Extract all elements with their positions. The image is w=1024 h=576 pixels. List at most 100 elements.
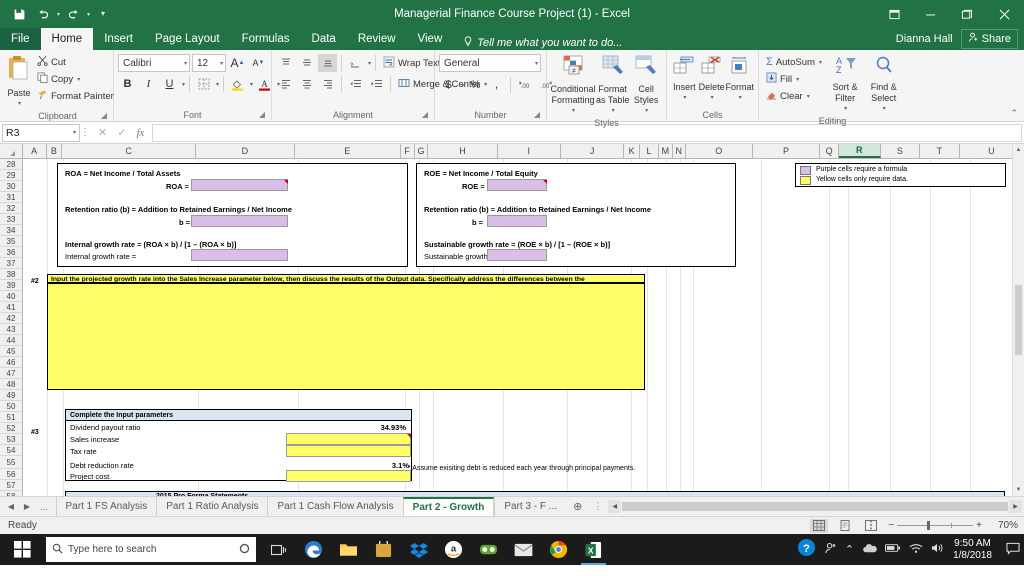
row-header-44[interactable]: 44 — [0, 335, 22, 346]
user-name[interactable]: Dianna Hall — [896, 33, 953, 45]
underline-button[interactable]: U — [160, 75, 179, 93]
clear-button[interactable]: Clear ▾ — [763, 88, 825, 104]
scroll-up-button[interactable]: ▲ — [1013, 144, 1024, 156]
conditional-formatting-button[interactable]: ≠ Conditional Formatting ▾ — [550, 54, 596, 117]
format-cells-button[interactable]: Format ▾ — [725, 54, 754, 104]
row-header-38[interactable]: 38 — [0, 269, 22, 280]
dividend-payout-ratio-value[interactable]: 34.93% — [306, 423, 406, 432]
number-dialog-launcher[interactable]: ◢ — [534, 109, 540, 121]
amazon-icon[interactable]: a — [437, 534, 470, 565]
collapse-ribbon-icon[interactable]: ⌃ — [1010, 108, 1018, 119]
row-header-34[interactable]: 34 — [0, 225, 22, 236]
align-top-icon[interactable] — [276, 54, 295, 72]
column-header-D[interactable]: D — [195, 144, 295, 158]
underline-caret-icon[interactable]: ▾ — [182, 81, 185, 88]
tab-view[interactable]: View — [407, 28, 454, 50]
insert-function-icon[interactable]: fx — [136, 127, 144, 139]
horizontal-scroll-thumb[interactable] — [622, 502, 1008, 511]
row-header-57[interactable]: 57 — [0, 480, 22, 491]
redo-caret-icon[interactable]: ▾ — [87, 11, 90, 18]
column-header-T[interactable]: T — [920, 144, 960, 158]
borders-icon[interactable] — [194, 75, 213, 93]
tab-insert[interactable]: Insert — [93, 28, 144, 50]
column-header-R[interactable]: R — [838, 144, 881, 158]
normal-view-icon[interactable] — [810, 518, 829, 533]
question-2-answer-area[interactable] — [47, 283, 645, 390]
shrink-font-button[interactable]: A ▼ — [249, 54, 268, 72]
notifications-icon[interactable] — [1000, 542, 1020, 558]
close-icon[interactable] — [984, 0, 1024, 28]
text-orientation-icon[interactable]: a — [346, 54, 365, 72]
scroll-left-button[interactable]: ◀ — [608, 500, 622, 513]
row-header-55[interactable]: 55 — [0, 456, 22, 469]
font-dialog-launcher[interactable]: ◢ — [259, 109, 265, 121]
sort-filter-button[interactable]: AZ Sort & Filter ▾ — [827, 54, 864, 115]
conditional-formatting-caret-icon[interactable]: ▾ — [572, 106, 575, 117]
zoom-in-button[interactable]: + — [976, 520, 982, 531]
insert-cells-caret-icon[interactable]: ▾ — [683, 93, 686, 104]
cells-area[interactable]: ROA = Net Income / Total Assets ROA = Re… — [23, 159, 1024, 496]
zoom-track[interactable] — [897, 521, 974, 530]
sales-increase-comment-flag-icon[interactable] — [407, 434, 411, 438]
row-header-41[interactable]: 41 — [0, 302, 22, 313]
tab-home[interactable]: Home — [40, 28, 94, 50]
delete-cells-caret-icon[interactable]: ▾ — [711, 93, 714, 104]
people-icon[interactable] — [824, 542, 837, 558]
row-header-36[interactable]: 36 — [0, 247, 22, 258]
battery-icon[interactable] — [885, 543, 901, 556]
comma-format-icon[interactable]: , — [487, 76, 506, 94]
percent-format-icon[interactable]: % — [466, 76, 485, 94]
row-header-49[interactable]: 49 — [0, 390, 22, 401]
row-header-30[interactable]: 30 — [0, 181, 22, 192]
find-select-button[interactable]: Find & Select ▾ — [865, 54, 902, 115]
tab-page-layout[interactable]: Page Layout — [144, 28, 231, 50]
alignment-dialog-launcher[interactable]: ◢ — [422, 109, 428, 121]
onedrive-icon[interactable] — [862, 543, 877, 557]
row-header-29[interactable]: 29 — [0, 170, 22, 181]
currency-caret-icon[interactable]: ▾ — [461, 82, 464, 89]
column-header-S[interactable]: S — [880, 144, 921, 158]
page-layout-view-icon[interactable] — [836, 519, 854, 533]
column-header-B[interactable]: B — [46, 144, 63, 158]
excel-icon[interactable]: X — [577, 534, 610, 565]
scroll-right-button[interactable]: ▶ — [1009, 500, 1022, 513]
show-hidden-icons-icon[interactable]: ⌃ — [845, 543, 854, 556]
row-header-40[interactable]: 40 — [0, 291, 22, 302]
row-header-47[interactable]: 47 — [0, 368, 22, 379]
select-all-button[interactable] — [0, 144, 23, 158]
row-header-33[interactable]: 33 — [0, 214, 22, 225]
restore-window-icon[interactable] — [876, 0, 912, 28]
scroll-down-button[interactable]: ▼ — [1013, 484, 1024, 496]
cortana-icon[interactable] — [239, 541, 250, 559]
save-icon[interactable] — [8, 4, 30, 24]
currency-format-icon[interactable]: $ — [439, 76, 458, 94]
column-header-G[interactable]: G — [414, 144, 429, 158]
insert-cells-button[interactable]: Insert ▾ — [671, 54, 698, 104]
clear-caret-icon[interactable]: ▾ — [807, 93, 810, 100]
sustainable-growth-cell[interactable] — [487, 249, 547, 261]
row-header-45[interactable]: 45 — [0, 346, 22, 357]
row-header-39[interactable]: 39 — [0, 280, 22, 291]
clipboard-dialog-launcher[interactable]: ◢ — [101, 110, 107, 122]
bold-button[interactable]: B — [118, 75, 137, 93]
row-header-50[interactable]: 50 — [0, 401, 22, 412]
sheet-menu-icon[interactable]: ⋮ — [589, 501, 606, 512]
sheet-nav-ellipsis[interactable]: ... — [36, 502, 52, 512]
orientation-caret-icon[interactable]: ▾ — [368, 60, 371, 67]
zoom-out-button[interactable]: − — [888, 520, 894, 531]
sheet-tab-part-1-ratio-analysis[interactable]: Part 1 Ratio Analysis — [156, 496, 267, 517]
align-bottom-icon[interactable] — [318, 54, 337, 72]
edge-icon[interactable] — [297, 534, 330, 565]
font-name-combo[interactable]: Calibri ▾ — [118, 54, 190, 72]
tab-formulas[interactable]: Formulas — [231, 28, 301, 50]
column-header-C[interactable]: C — [62, 144, 196, 158]
redo-icon[interactable] — [62, 4, 84, 24]
undo-caret-icon[interactable]: ▾ — [57, 11, 60, 18]
project-cost-input-cell[interactable] — [286, 470, 411, 482]
tab-review[interactable]: Review — [347, 28, 407, 50]
align-right-icon[interactable] — [318, 75, 337, 93]
fill-caret-icon[interactable]: ▾ — [796, 76, 799, 83]
confirm-icon[interactable]: ✓ — [117, 126, 126, 139]
copy-button[interactable]: Copy ▾ — [34, 71, 117, 87]
column-header-Q[interactable]: Q — [820, 144, 839, 158]
